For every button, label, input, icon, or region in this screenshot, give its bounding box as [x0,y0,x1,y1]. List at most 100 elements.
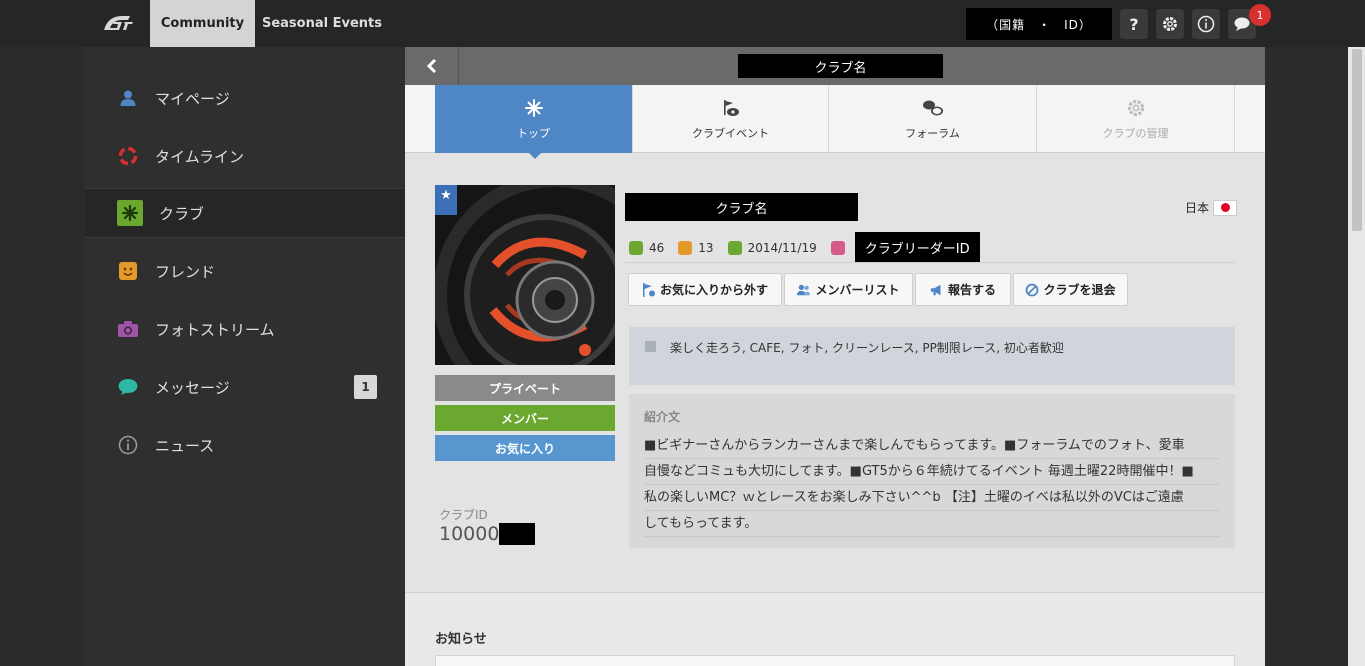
person-icon [117,87,139,109]
scrollbar-thumb[interactable] [1352,49,1362,231]
intro-line: してもらってます。 [644,511,1220,537]
active-tab-pointer [528,152,542,159]
members-count: 13 [698,240,714,255]
report-button[interactable]: 報告する [915,273,1011,306]
club-id-label: クラブID [439,508,488,522]
members-stat: 13 [678,240,714,255]
sidebar-item-news[interactable]: ニュース [85,420,405,470]
message-count-badge: 1 [354,375,377,399]
main-content: クラブ名 トップ クラブイベント フォーラム クラブの管理 ★ プライベート メ… [405,47,1265,666]
club-country: 日本 [1185,199,1238,216]
top-bar: Community Seasonal Events （国籍 ・ ID） ? 1 [0,0,1365,47]
notification-badge[interactable]: 1 [1249,4,1271,26]
tab-label: クラブイベント [692,127,769,140]
posts-stat: 46 [629,240,665,255]
club-title: クラブ名 [625,193,858,221]
member-list-button[interactable]: メンバーリスト [784,273,913,306]
megaphone-icon [930,283,944,297]
chat-bubbles-icon [922,97,944,119]
settings-button[interactable] [1156,9,1184,39]
club-leader-id[interactable]: クラブリーダーID [854,232,980,263]
sidebar-item-club[interactable]: クラブ [85,188,405,238]
status-favorite: お気に入り [435,435,615,461]
gear-icon [1126,97,1146,119]
tab-top[interactable]: トップ [435,85,633,153]
club-id-prefix: 10000 [439,523,500,545]
sidebar-item-label: タイムライン [155,147,244,166]
brake-disc-image [435,185,615,365]
tab-club-events[interactable]: クラブイベント [633,85,829,153]
sidebar-item-timeline[interactable]: タイムライン [85,131,405,181]
divider [625,262,1235,263]
posts-count: 46 [649,240,665,255]
button-label: クラブを退会 [1043,283,1116,297]
info-button[interactable] [1192,9,1220,39]
tag-icon [645,341,656,352]
help-icon: ? [1129,14,1139,34]
button-label: 報告する [947,283,996,297]
sidebar: マイページ タイムライン クラブ フレンド フォトストリーム メッセージ 1 ニ… [85,47,405,666]
founded-date: 2014/11/19 [747,240,817,255]
star-icon: ★ [435,185,457,215]
snowflake-icon [727,240,742,255]
sidebar-item-mypage[interactable]: マイページ [85,73,405,123]
gt-logo-icon[interactable] [100,10,136,36]
club-introduction: 紹介文 ■ビギナーさんからランカーさんまで楽しんでもらってます。■フォーラムでの… [629,394,1235,548]
intro-label: 紹介文 [644,410,681,424]
club-header-bar: クラブ名 [405,47,1265,85]
tab-community[interactable]: Community [150,0,255,47]
founded-stat: 2014/11/19 [727,240,817,255]
smiley-icon [678,240,693,255]
leave-club-button[interactable]: クラブを退会 [1013,273,1128,306]
club-stats: 46 13 2014/11/19 クラブリーダーID [629,232,980,263]
user-id-display[interactable]: （国籍 ・ ID） [966,8,1112,40]
help-button[interactable]: ? [1120,9,1148,39]
tab-seasonal-events[interactable]: Seasonal Events [257,0,387,47]
tab-forum[interactable]: フォーラム [829,85,1037,153]
sidebar-item-label: クラブ [159,204,205,223]
sidebar-item-friends[interactable]: フレンド [85,246,405,296]
post-icon [629,240,643,255]
crown-icon [830,240,845,255]
prohibited-icon [1025,283,1039,297]
status-private: プライベート [435,375,615,401]
camera-icon [117,318,139,340]
notices-section: お知らせ [405,592,1265,666]
sidebar-item-label: フレンド [155,262,216,281]
club-image[interactable]: ★ [435,185,615,365]
flag-icon [721,97,741,119]
sidebar-item-messages[interactable]: メッセージ 1 [85,362,405,412]
club-tags: 楽しく走ろう, CAFE, フォト, クリーンレース, PP制限レース, 初心者… [629,327,1235,385]
tab-label: トップ [517,127,550,140]
tab-label: フォーラム [905,127,960,140]
sidebar-item-photostream[interactable]: フォトストリーム [85,304,405,354]
unfavorite-button[interactable]: お気に入りから外す [628,273,782,306]
sidebar-item-label: フォトストリーム [155,320,275,339]
info-icon [1197,15,1215,33]
button-label: お気に入りから外す [659,283,768,297]
japan-flag-icon [1213,199,1238,216]
notices-title: お知らせ [435,632,487,647]
info-icon [117,434,139,456]
intro-line: 自慢などコミュも大切にしてます。■GT5から６年続けてるイベント 毎週土曜22時… [644,459,1220,485]
snowflake-icon [524,97,543,119]
members-icon [797,283,811,297]
country-label: 日本 [1185,201,1210,215]
chat-icon [1234,17,1250,31]
snowflake-icon [117,200,143,226]
back-button[interactable] [405,47,459,85]
redaction-block [499,523,536,545]
status-member: メンバー [435,405,615,431]
intro-line: ■ビギナーさんからランカーさんまで楽しんでもらってます。■フォーラムでのフォト、… [644,433,1220,459]
notices-panel [435,655,1235,666]
tab-club-management[interactable]: クラブの管理 [1037,85,1235,153]
sidebar-item-label: ニュース [155,436,215,455]
tab-label: クラブの管理 [1102,127,1169,140]
tags-text: 楽しく走ろう, CAFE, フォト, クリーンレース, PP制限レース, 初心者… [670,341,1064,355]
intro-line: 私の楽しいMC？ｗとレースをお楽しみ下さい^^b 【注】土曜のイベは私以外のVC… [644,485,1220,511]
leader-stat: クラブリーダーID [830,232,980,263]
chevron-left-icon [426,58,436,74]
club-id-value: 10000 [439,523,536,545]
sidebar-item-label: メッセージ [155,378,230,397]
button-label: メンバーリスト [815,283,900,297]
